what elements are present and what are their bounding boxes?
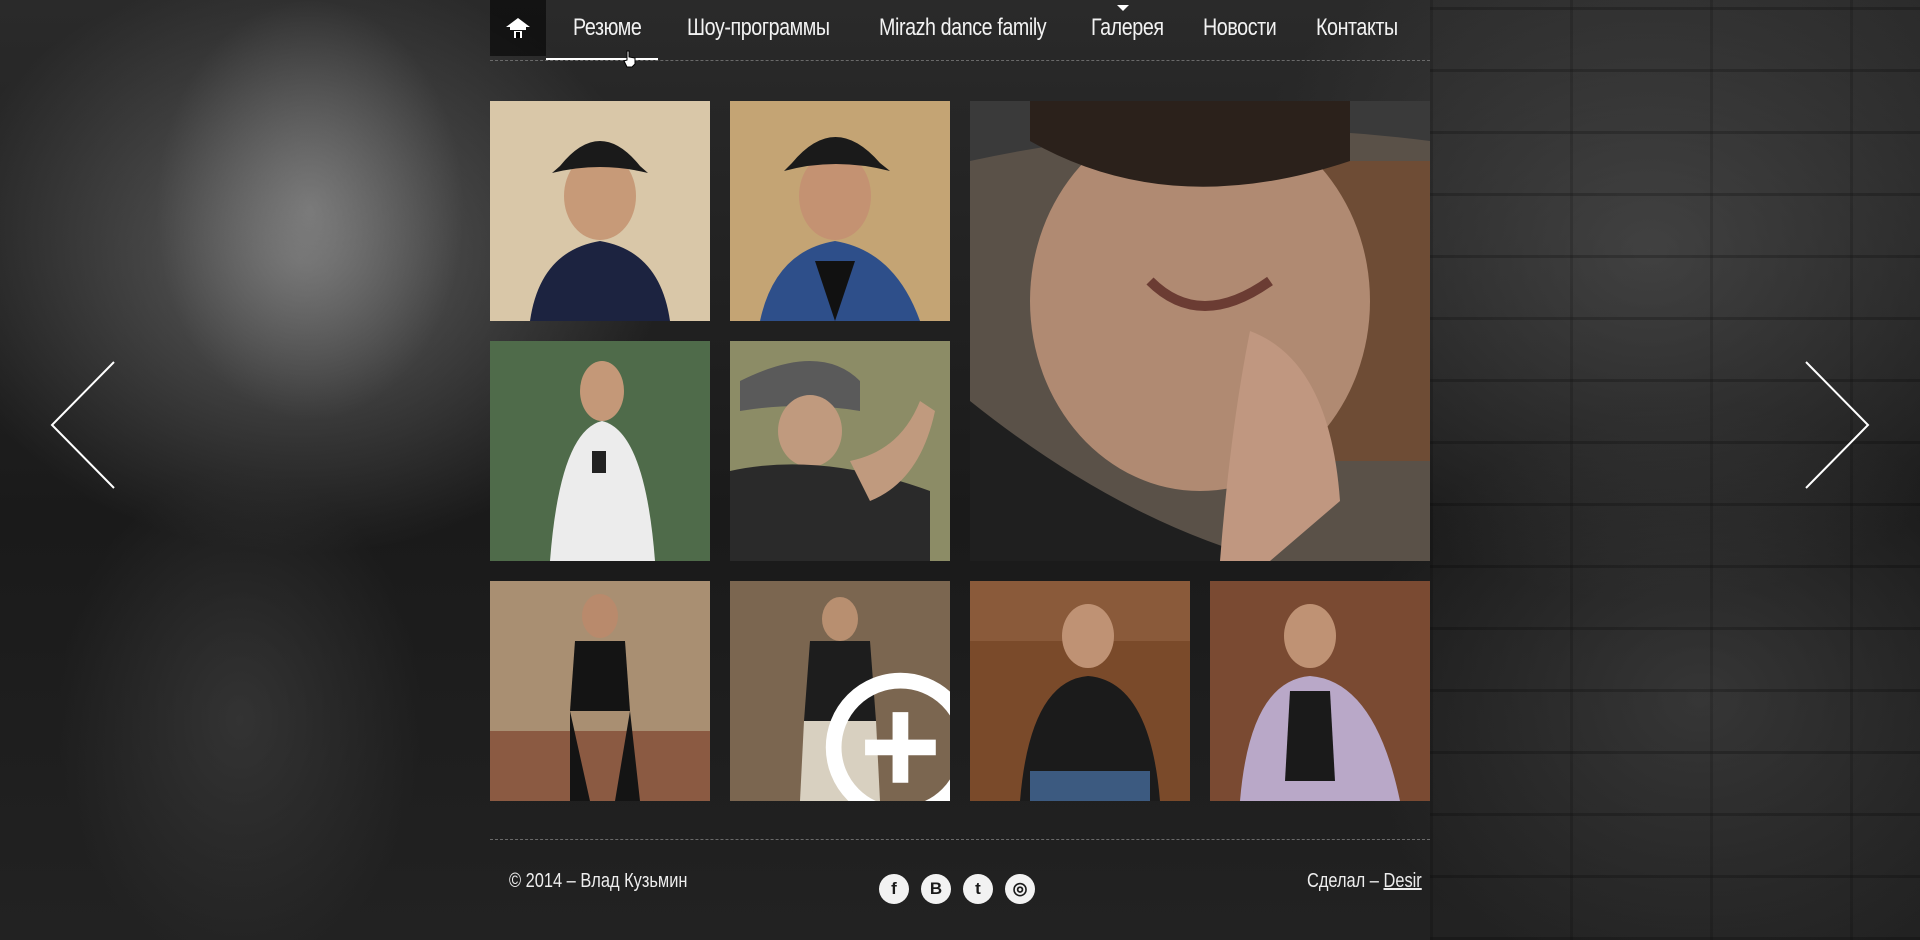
footer-credit-prefix: Сделал –	[1307, 870, 1379, 892]
vkontakte-icon[interactable]: B	[921, 874, 951, 904]
gallery-dropdown-caret-icon	[1117, 5, 1129, 11]
zoom-in-icon[interactable]	[814, 661, 950, 801]
footer-copyright: © 2014 – Влад Кузьмин	[509, 870, 688, 892]
photo-gallery	[490, 101, 1430, 801]
page-background: Резюме Шоу-программы Mirazh dance family…	[0, 0, 1920, 940]
gallery-photo-large[interactable]	[970, 101, 1430, 561]
gallery-photo-3[interactable]	[490, 341, 710, 561]
gallery-photo-1[interactable]	[490, 101, 710, 321]
twitter-icon[interactable]: t	[963, 874, 993, 904]
chevron-right-icon[interactable]	[1800, 360, 1870, 490]
nav-item-resume[interactable]: Резюме	[573, 10, 642, 50]
footer-credit: Сделал – Desir	[1307, 870, 1422, 893]
gallery-photo-7[interactable]	[970, 581, 1190, 801]
gallery-photo-2[interactable]	[730, 101, 950, 321]
nav-item-mirazh[interactable]: Mirazh dance family	[879, 10, 1047, 50]
footer-credit-link[interactable]: Desir	[1383, 870, 1421, 892]
footer-divider	[490, 839, 1430, 840]
hand-cursor-icon	[623, 50, 636, 68]
nav-item-news[interactable]: Новости	[1203, 10, 1277, 50]
social-links: f B t ◎	[879, 874, 1035, 904]
gallery-photo-5[interactable]	[490, 581, 710, 801]
chevron-left-icon[interactable]	[50, 360, 120, 490]
gallery-photo-8[interactable]	[1210, 581, 1430, 801]
nav-home-button[interactable]	[490, 0, 546, 56]
instagram-icon[interactable]: ◎	[1005, 874, 1035, 904]
nav-active-indicator	[546, 58, 658, 60]
home-icon	[506, 18, 530, 38]
nav-item-shows[interactable]: Шоу-программы	[687, 10, 830, 50]
facebook-icon[interactable]: f	[879, 874, 909, 904]
nav-item-gallery[interactable]: Галерея	[1091, 10, 1164, 50]
gallery-photo-6[interactable]	[730, 581, 950, 801]
gallery-photo-4[interactable]	[730, 341, 950, 561]
nav-item-contacts[interactable]: Контакты	[1316, 10, 1398, 50]
